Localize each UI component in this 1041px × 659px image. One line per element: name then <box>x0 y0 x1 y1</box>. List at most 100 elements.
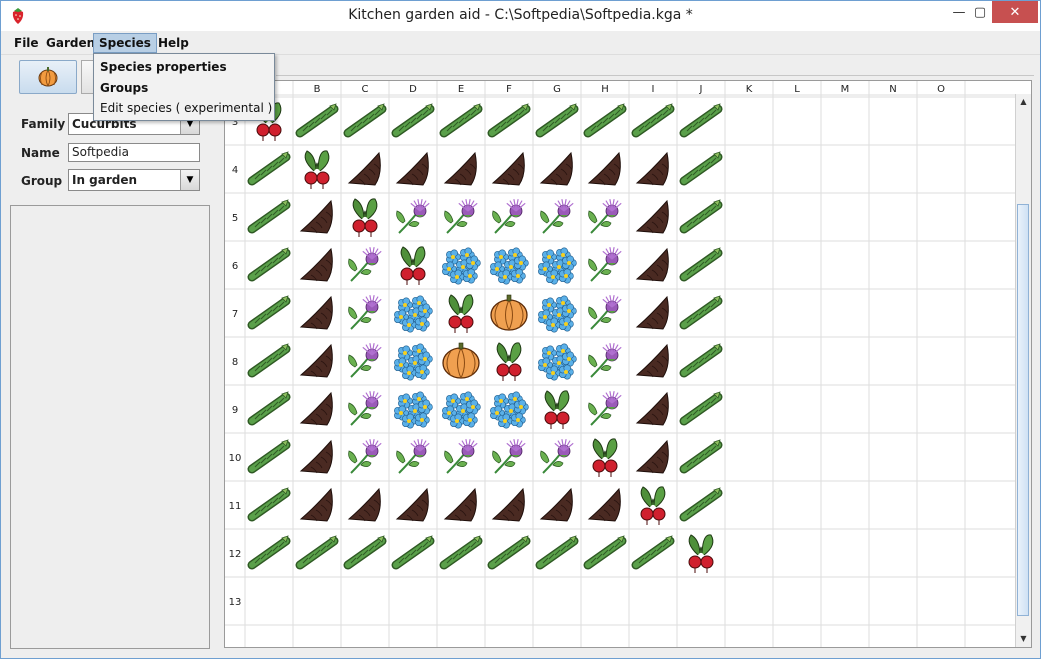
salsify-root-icon[interactable] <box>635 343 669 378</box>
salsify-root-icon[interactable] <box>347 487 381 522</box>
asparagus-icon[interactable] <box>487 535 531 570</box>
asparagus-icon[interactable] <box>247 487 291 522</box>
radish-icon[interactable] <box>688 534 714 573</box>
garden-grid-panel[interactable]: ABCDEFGHIJKLMNO345678910111213 <box>224 80 1032 648</box>
asparagus-icon[interactable] <box>439 535 483 570</box>
thistle-icon[interactable] <box>588 247 622 282</box>
asparagus-icon[interactable] <box>343 535 387 570</box>
asparagus-icon[interactable] <box>487 103 531 138</box>
salsify-root-icon[interactable] <box>635 151 669 186</box>
salsify-root-icon[interactable] <box>299 439 333 474</box>
species-toolbar-button[interactable] <box>19 60 77 94</box>
salsify-root-icon[interactable] <box>395 151 429 186</box>
pumpkin-icon[interactable] <box>442 342 480 379</box>
asparagus-icon[interactable] <box>583 535 627 570</box>
salsify-root-icon[interactable] <box>635 439 669 474</box>
salsify-root-icon[interactable] <box>635 391 669 426</box>
asparagus-icon[interactable] <box>439 103 483 138</box>
asparagus-icon[interactable] <box>679 103 723 138</box>
asparagus-icon[interactable] <box>631 103 675 138</box>
asparagus-icon[interactable] <box>631 535 675 570</box>
pumpkin-icon[interactable] <box>490 294 528 331</box>
menu-item-species-properties[interactable]: Species properties <box>100 60 227 74</box>
thistle-icon[interactable] <box>348 295 382 330</box>
thistle-icon[interactable] <box>348 439 382 474</box>
name-field[interactable]: Softpedia <box>68 143 200 162</box>
thistle-icon[interactable] <box>444 439 478 474</box>
maximize-button[interactable]: ▢ <box>966 1 994 23</box>
asparagus-icon[interactable] <box>679 343 723 378</box>
salsify-root-icon[interactable] <box>299 247 333 282</box>
scroll-down-icon[interactable]: ▼ <box>1016 631 1031 646</box>
forget-me-not-icon[interactable] <box>538 295 577 333</box>
species-list-panel[interactable] <box>10 205 210 649</box>
group-combo[interactable]: In garden ▼ <box>68 169 200 191</box>
asparagus-icon[interactable] <box>247 343 291 378</box>
salsify-root-icon[interactable] <box>491 151 525 186</box>
salsify-root-icon[interactable] <box>299 199 333 234</box>
asparagus-icon[interactable] <box>247 391 291 426</box>
asparagus-icon[interactable] <box>391 535 435 570</box>
radish-icon[interactable] <box>352 198 378 237</box>
forget-me-not-icon[interactable] <box>490 391 529 429</box>
asparagus-icon[interactable] <box>583 103 627 138</box>
vertical-scrollbar[interactable]: ▲ ▼ <box>1015 94 1031 647</box>
asparagus-icon[interactable] <box>679 487 723 522</box>
forget-me-not-icon[interactable] <box>490 247 529 285</box>
salsify-root-icon[interactable] <box>539 151 573 186</box>
salsify-root-icon[interactable] <box>299 343 333 378</box>
thistle-icon[interactable] <box>588 199 622 234</box>
asparagus-icon[interactable] <box>343 103 387 138</box>
forget-me-not-icon[interactable] <box>394 391 433 429</box>
menu-garden[interactable]: Garden <box>41 34 100 52</box>
garden-grid[interactable]: ABCDEFGHIJKLMNO345678910111213 <box>225 81 1015 647</box>
thistle-icon[interactable] <box>396 439 430 474</box>
thistle-icon[interactable] <box>588 343 622 378</box>
forget-me-not-icon[interactable] <box>442 247 481 285</box>
forget-me-not-icon[interactable] <box>394 295 433 333</box>
radish-icon[interactable] <box>496 342 522 381</box>
menu-help[interactable]: Help <box>153 34 194 52</box>
salsify-root-icon[interactable] <box>347 151 381 186</box>
radish-icon[interactable] <box>592 438 618 477</box>
asparagus-icon[interactable] <box>679 391 723 426</box>
salsify-root-icon[interactable] <box>587 487 621 522</box>
asparagus-icon[interactable] <box>679 439 723 474</box>
asparagus-icon[interactable] <box>247 199 291 234</box>
radish-icon[interactable] <box>304 150 330 189</box>
asparagus-icon[interactable] <box>679 199 723 234</box>
close-button[interactable]: ✕ <box>992 1 1038 23</box>
forget-me-not-icon[interactable] <box>442 391 481 429</box>
salsify-root-icon[interactable] <box>299 487 333 522</box>
menu-item-groups[interactable]: Groups <box>100 81 148 95</box>
forget-me-not-icon[interactable] <box>538 247 577 285</box>
thistle-icon[interactable] <box>444 199 478 234</box>
asparagus-icon[interactable] <box>679 247 723 282</box>
thistle-icon[interactable] <box>396 199 430 234</box>
thistle-icon[interactable] <box>348 247 382 282</box>
asparagus-icon[interactable] <box>247 295 291 330</box>
thistle-icon[interactable] <box>492 439 526 474</box>
scroll-up-icon[interactable]: ▲ <box>1016 94 1031 109</box>
thistle-icon[interactable] <box>540 199 574 234</box>
menu-file[interactable]: File <box>9 34 44 52</box>
asparagus-icon[interactable] <box>247 439 291 474</box>
thistle-icon[interactable] <box>588 295 622 330</box>
salsify-root-icon[interactable] <box>443 487 477 522</box>
salsify-root-icon[interactable] <box>395 487 429 522</box>
menu-species[interactable]: Species <box>93 33 157 53</box>
asparagus-icon[interactable] <box>247 151 291 186</box>
salsify-root-icon[interactable] <box>635 247 669 282</box>
radish-icon[interactable] <box>640 486 666 525</box>
thistle-icon[interactable] <box>492 199 526 234</box>
asparagus-icon[interactable] <box>295 103 339 138</box>
thistle-icon[interactable] <box>348 391 382 426</box>
forget-me-not-icon[interactable] <box>538 343 577 381</box>
asparagus-icon[interactable] <box>247 247 291 282</box>
forget-me-not-icon[interactable] <box>394 343 433 381</box>
asparagus-icon[interactable] <box>679 295 723 330</box>
radish-icon[interactable] <box>448 294 474 333</box>
salsify-root-icon[interactable] <box>635 199 669 234</box>
asparagus-icon[interactable] <box>247 535 291 570</box>
radish-icon[interactable] <box>400 246 426 285</box>
